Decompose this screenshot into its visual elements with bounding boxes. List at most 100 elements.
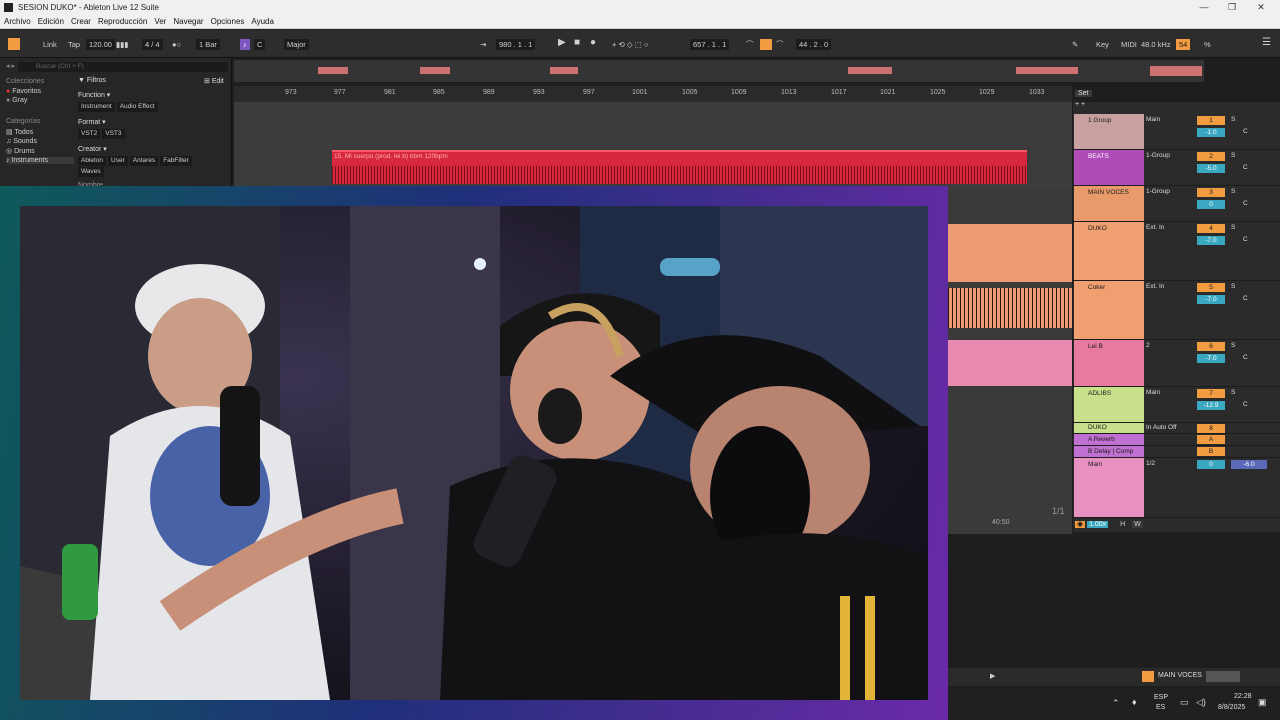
clock-time[interactable]: 22:28 <box>1234 693 1252 700</box>
network-icon[interactable]: ▭ <box>1180 697 1189 708</box>
track-activator[interactable]: 1 <box>1197 116 1225 125</box>
clock-date[interactable]: 8/8/2025 <box>1218 704 1245 711</box>
track-main-voces[interactable]: MAIN VOCES 1-Group 3 0 S C <box>1073 186 1280 222</box>
leib-audio-clip[interactable] <box>948 340 1072 386</box>
track-name[interactable]: Lei B <box>1074 340 1144 386</box>
tap-button[interactable]: Tap <box>68 39 80 50</box>
track-volume[interactable]: -1.0 <box>1197 128 1225 137</box>
menu-navegar[interactable]: Navegar <box>173 17 203 26</box>
main-cue[interactable]: 0 <box>1197 460 1225 469</box>
track-name[interactable]: MAIN VOCES <box>1074 186 1144 221</box>
track-duko-adlib[interactable]: DUKO In Auto Off 8 <box>1073 423 1280 434</box>
tempo-field[interactable]: 120.00 <box>86 39 115 50</box>
link-button[interactable]: Link <box>43 39 57 50</box>
track-main[interactable]: Main 1/2 0 -6.0 <box>1073 458 1280 518</box>
track-route[interactable]: 1-Group <box>1146 188 1170 195</box>
midi-map-button[interactable]: MIDI <box>1121 39 1137 50</box>
menu-ayuda[interactable]: Ayuda <box>251 17 274 26</box>
punch-out-icon[interactable]: ⌒ <box>776 39 784 50</box>
solo-button[interactable]: S <box>1231 283 1235 290</box>
scale-select[interactable]: Major <box>284 39 309 50</box>
pencil-icon[interactable]: ✎ <box>1072 39 1078 50</box>
track-volume[interactable]: -7.0 <box>1197 295 1225 304</box>
track-name[interactable]: Coker <box>1074 281 1144 339</box>
pan-control[interactable]: C <box>1243 164 1248 171</box>
tag-ableton[interactable]: Ableton <box>78 156 107 166</box>
collection-favoritos[interactable]: ● Favoritos <box>6 88 74 95</box>
quantize-menu[interactable]: 1 Bar <box>196 39 220 50</box>
track-adlibs[interactable]: ADLIBS Main 7 -12.9 S C <box>1073 387 1280 423</box>
track-name[interactable]: DUKO <box>1074 423 1144 433</box>
solo-button[interactable]: S <box>1231 224 1235 231</box>
track-beats[interactable]: BEATS 1-Group 2 -5.0 S C <box>1073 150 1280 186</box>
category-todos[interactable]: ▤ Todos <box>6 128 74 136</box>
return-b-delay[interactable]: B Delay | Comp B <box>1073 446 1280 458</box>
track-1-group[interactable]: 1 Group Main 1 -1.0 S C <box>1073 114 1280 150</box>
search-input[interactable]: Buscar (Ctrl + F) <box>18 62 228 72</box>
record-dot-icon[interactable]: ●○ <box>172 39 181 50</box>
collection-gray[interactable]: ● Gray <box>6 97 74 104</box>
return-a-reverb[interactable]: A Reverb A <box>1073 434 1280 446</box>
loop-switch-icon[interactable] <box>760 39 772 50</box>
track-name[interactable]: ADLIBS <box>1074 387 1144 422</box>
tag-user[interactable]: User <box>108 156 128 166</box>
solo-button[interactable]: S <box>1231 152 1235 159</box>
arrangement-right-section[interactable]: 1/1 40:50 <box>948 188 1072 534</box>
chevron-up-icon[interactable]: ⌃ <box>1112 698 1120 709</box>
record-icon[interactable]: ● <box>590 37 596 48</box>
edit-filters-button[interactable]: ⊞ Edit <box>204 77 224 85</box>
return-activator[interactable]: A <box>1197 435 1225 444</box>
stop-icon[interactable]: ■ <box>574 37 580 48</box>
coker-audio-clip[interactable] <box>948 288 1072 328</box>
tag-vst2[interactable]: VST2 <box>78 129 101 139</box>
duko-audio-clip[interactable] <box>948 224 1072 282</box>
key-map-button[interactable]: Key <box>1096 39 1109 50</box>
minimize-button[interactable]: — <box>1189 0 1219 14</box>
pan-control[interactable]: C <box>1243 295 1248 302</box>
pan-control[interactable]: C <box>1243 128 1248 135</box>
track-activator[interactable]: 4 <box>1197 224 1225 233</box>
track-name[interactable]: BEATS <box>1074 150 1144 185</box>
tag-audio-effect[interactable]: Audio Effect <box>116 102 158 112</box>
solo-button[interactable]: S <box>1231 116 1235 123</box>
track-lei-b[interactable]: Lei B 2 6 -7.0 S C <box>1073 340 1280 387</box>
loop-start-field[interactable]: 657 . 1 . 1 <box>690 39 730 50</box>
set-button[interactable]: Set <box>1075 90 1092 97</box>
punch-in-icon[interactable]: ⌒ <box>746 39 754 50</box>
track-activator[interactable]: 3 <box>1197 188 1225 197</box>
beats-audio-clip[interactable]: 15. Mi cuerpo (prod. lei b) bbm 120bpm <box>332 150 1027 184</box>
track-name[interactable]: B Delay | Comp <box>1074 446 1144 457</box>
track-activator[interactable]: 5 <box>1197 283 1225 292</box>
track-name[interactable]: DUKO <box>1074 222 1144 280</box>
track-route[interactable]: 2 <box>1146 342 1150 349</box>
track-coker[interactable]: Coker Ext. In 5 -7.0 S C <box>1073 281 1280 340</box>
tag-antares[interactable]: Antares <box>129 156 159 166</box>
track-name[interactable]: A Reverb <box>1074 434 1144 445</box>
track-activator[interactable]: 7 <box>1197 389 1225 398</box>
function-filter[interactable]: Function ▾ <box>78 91 110 99</box>
key-select[interactable]: C <box>254 39 266 50</box>
filters-header[interactable]: ▼ Filtros <box>78 77 106 84</box>
beat-time-ruler[interactable]: 973 977 981 985 989 993 997 1001 1005 10… <box>234 86 1072 102</box>
track-volume[interactable]: -7.0 <box>1197 354 1225 363</box>
follow-icon[interactable]: ⇥ <box>480 39 486 50</box>
overdub-icon[interactable]: + ⟲ ◇ ⬚ ○ <box>612 39 648 50</box>
microphone-icon[interactable]: ♦ <box>1132 697 1137 707</box>
track-route[interactable]: 1-Group <box>1146 152 1170 159</box>
pan-control[interactable]: C <box>1243 200 1248 207</box>
play-small-icon[interactable]: ▶ <box>990 672 995 680</box>
zoom-field[interactable]: 1.00x <box>1087 521 1109 528</box>
w-button[interactable]: W <box>1132 521 1143 528</box>
browser-toggle-icon[interactable] <box>8 38 20 50</box>
tag-waves[interactable]: Waves <box>78 167 104 177</box>
tag-fabfilter[interactable]: FabFilter <box>160 156 192 166</box>
solo-button[interactable]: S <box>1231 188 1235 195</box>
main-volume[interactable]: -6.0 <box>1231 460 1267 469</box>
maximize-button[interactable]: ❐ <box>1217 0 1247 14</box>
solo-button[interactable]: S <box>1231 389 1235 396</box>
tag-vst3[interactable]: VST3 <box>102 129 125 139</box>
time-signature-field[interactable]: 4 / 4 <box>142 39 163 50</box>
loop-length-field[interactable]: 44 . 2 . 0 <box>796 39 832 50</box>
zoom-icon[interactable]: ◉ <box>1075 521 1086 528</box>
track-volume[interactable]: -12.9 <box>1197 401 1225 410</box>
